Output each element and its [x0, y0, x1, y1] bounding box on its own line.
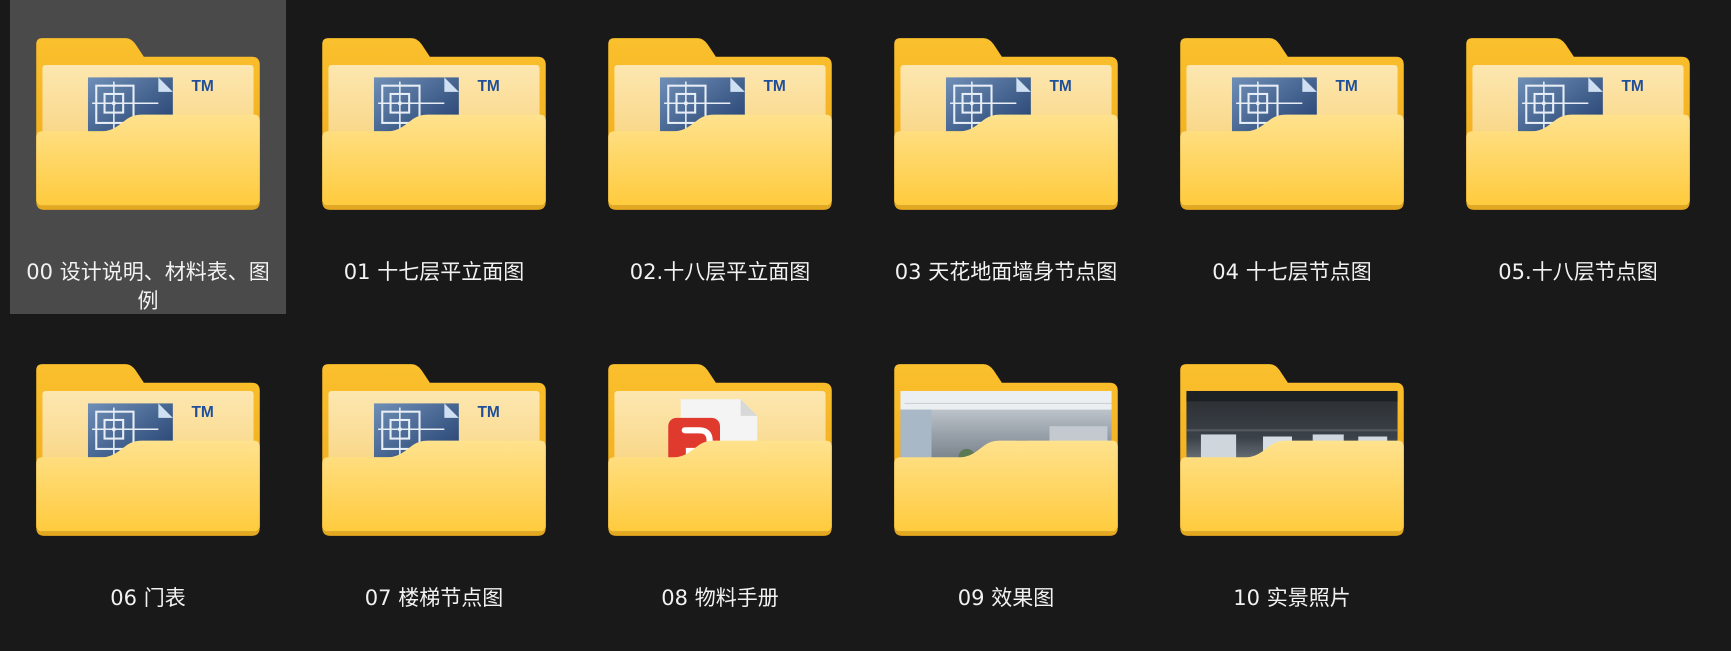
folder-cad-icon: TM	[608, 36, 832, 214]
folder-item[interactable]: TM 05.十八层节点图	[1440, 0, 1716, 314]
folder-cad-icon: TM	[322, 362, 546, 540]
folder-name: 05.十八层节点图	[1498, 260, 1658, 284]
svg-text:TM: TM	[191, 78, 213, 95]
folder-cad-icon: TM	[1466, 36, 1690, 214]
folder-item[interactable]: 09 效果图	[868, 326, 1144, 640]
folder-item[interactable]: TM 01 十七层平立面图	[296, 0, 572, 314]
folder-item[interactable]: TM 07 楼梯节点图	[296, 326, 572, 640]
folder-cad-icon: TM	[894, 36, 1118, 214]
folder-cad-icon: TM	[1180, 36, 1404, 214]
folder-item[interactable]: 10 实景照片	[1154, 326, 1430, 640]
folder-item[interactable]: TM 02.十八层平立面图	[582, 0, 858, 314]
folder-name: 01 十七层平立面图	[343, 260, 525, 284]
svg-text:TM: TM	[763, 78, 785, 95]
svg-text:TM: TM	[1049, 78, 1071, 95]
folder-name: 06 门表	[110, 586, 186, 610]
folder-item[interactable]: 08 物料手册	[582, 326, 858, 640]
folder-name: 04 十七层节点图	[1212, 260, 1372, 284]
folder-name: 10 实景照片	[1233, 586, 1351, 610]
folder-name: 03 天花地面墙身节点图	[894, 260, 1118, 284]
folder-render-photo-icon	[894, 362, 1118, 540]
folder-name: 02.十八层平立面图	[629, 260, 811, 284]
svg-text:TM: TM	[1621, 78, 1643, 95]
folder-item[interactable]: TM 00 设计说明、材料表、图例	[10, 0, 286, 314]
folder-cad-icon: TM	[36, 36, 260, 214]
folder-cad-icon: TM	[322, 36, 546, 214]
svg-text:TM: TM	[191, 404, 213, 421]
file-grid: TM 00 设计说明、材料表、图例 TM 01 十七层平立面图 TM 02.十八…	[0, 0, 1731, 651]
folder-name: 00 设计说明、材料表、图例	[26, 260, 270, 313]
folder-cad-icon: TM	[36, 362, 260, 540]
folder-name: 08 物料手册	[661, 586, 779, 610]
folder-site-photo-icon	[1180, 362, 1404, 540]
folder-name: 07 楼梯节点图	[364, 586, 504, 610]
svg-text:TM: TM	[1335, 78, 1357, 95]
svg-text:TM: TM	[477, 78, 499, 95]
svg-text:TM: TM	[477, 404, 499, 421]
folder-item[interactable]: TM 04 十七层节点图	[1154, 0, 1430, 314]
folder-pdf-icon	[608, 362, 832, 540]
folder-item[interactable]: TM 03 天花地面墙身节点图	[868, 0, 1144, 314]
folder-item[interactable]: TM 06 门表	[10, 326, 286, 640]
folder-name: 09 效果图	[957, 586, 1055, 610]
